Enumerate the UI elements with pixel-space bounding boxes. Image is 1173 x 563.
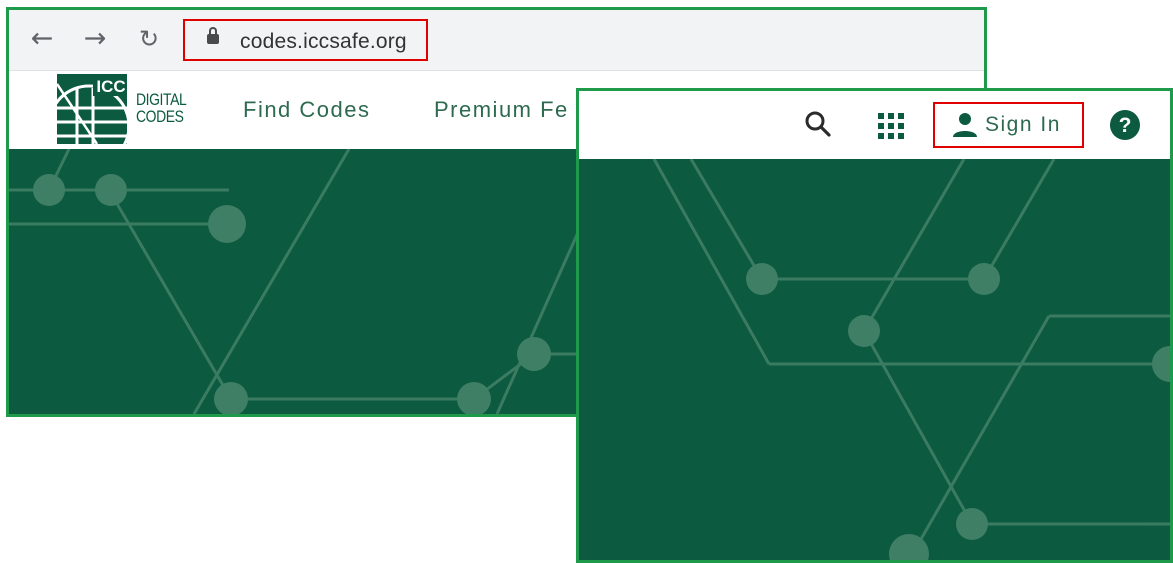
hero-banner-zoomed [579,159,1170,560]
person-icon [953,113,977,137]
logo-wordmark: DIGITAL CODES [136,90,187,126]
nav-premium-features[interactable]: Premium Fe [434,97,569,123]
url-text: codes.iccsafe.org [240,30,407,53]
sign-in-label: Sign In [985,113,1061,136]
logo-mark-text: ICC [96,77,125,96]
logo-line-1: DIGITAL [136,90,187,109]
nav-find-codes[interactable]: Find Codes [243,97,371,123]
reload-icon[interactable]: ↻ [134,24,164,54]
site-header-right: Sign In ? [579,91,1170,160]
icc-logo[interactable]: ICC [57,74,127,144]
logo-line-2: CODES [136,107,184,126]
browser-toolbar: ← → ↻ codes.iccsafe.org [9,10,984,71]
back-arrow-icon[interactable]: ← [27,24,57,54]
forward-arrow-icon[interactable]: → [80,24,110,54]
lock-icon [207,27,219,44]
search-icon[interactable] [804,110,832,138]
apps-grid-icon[interactable] [878,113,904,139]
svg-text:?: ? [1119,114,1132,137]
address-bar[interactable]: codes.iccsafe.org [183,19,428,61]
sign-in-button[interactable]: Sign In [933,102,1084,148]
help-icon[interactable]: ? [1109,109,1141,141]
circuit-pattern-zoomed [652,159,1170,560]
zoomed-header-panel: Sign In ? [576,88,1173,563]
